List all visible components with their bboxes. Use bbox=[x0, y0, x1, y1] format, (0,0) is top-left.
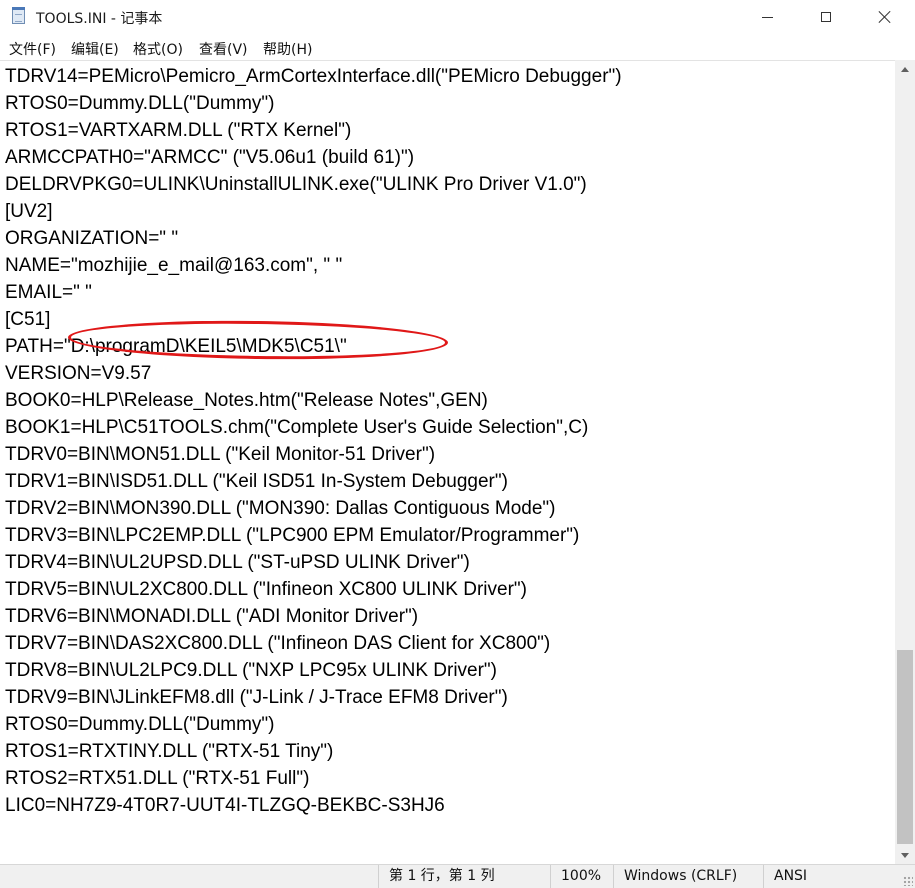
text-line[interactable]: VERSION=V9.57 bbox=[5, 360, 622, 387]
text-line[interactable]: NAME="mozhijie_e_mail@163.com", " " bbox=[5, 252, 622, 279]
text-line[interactable]: TDRV4=BIN\UL2UPSD.DLL ("ST-uPSD ULINK Dr… bbox=[5, 549, 622, 576]
close-icon bbox=[878, 10, 892, 24]
text-line[interactable]: [C51] bbox=[5, 306, 622, 333]
text-line[interactable]: TDRV14=PEMicro\Pemicro_ArmCortexInterfac… bbox=[5, 63, 622, 90]
text-line[interactable]: RTOS0=Dummy.DLL("Dummy") bbox=[5, 711, 622, 738]
window-title: TOOLS.INI - 记事本 bbox=[36, 11, 163, 27]
scroll-up-button[interactable] bbox=[895, 60, 915, 78]
minimize-icon bbox=[762, 16, 773, 18]
text-line[interactable]: BOOK1=HLP\C51TOOLS.chm("Complete User's … bbox=[5, 414, 622, 441]
menu-format[interactable]: 格式(O) bbox=[133, 39, 183, 59]
path-line[interactable]: PATH="D:\programD\KEIL5\MDK5\C51\" bbox=[5, 333, 622, 360]
scroll-thumb[interactable] bbox=[897, 650, 913, 844]
vertical-scrollbar[interactable] bbox=[895, 60, 915, 864]
text-line[interactable]: LIC0=NH7Z9-4T0R7-UUT4I-TLZGQ-BEKBC-S3HJ6 bbox=[5, 792, 622, 819]
status-bar: 第 1 行，第 1 列 100% Windows (CRLF) ANSI bbox=[0, 864, 915, 888]
text-lines: TDRV14=PEMicro\Pemicro_ArmCortexInterfac… bbox=[5, 63, 622, 819]
menu-bar: 文件(F) 编辑(E) 格式(O) 查看(V) 帮助(H) bbox=[0, 34, 915, 60]
menu-edit[interactable]: 编辑(E) bbox=[71, 39, 119, 59]
title-bar[interactable]: TOOLS.INI - 记事本 bbox=[0, 0, 915, 34]
close-button[interactable] bbox=[854, 0, 915, 34]
maximize-icon bbox=[820, 12, 831, 22]
text-line[interactable]: TDRV5=BIN\UL2XC800.DLL ("Infineon XC800 … bbox=[5, 576, 622, 603]
text-line[interactable]: EMAIL=" " bbox=[5, 279, 622, 306]
zoom-level: 100% bbox=[550, 865, 613, 888]
arrow-up-icon bbox=[901, 66, 909, 72]
scroll-down-button[interactable] bbox=[895, 846, 915, 864]
notepad-icon bbox=[12, 7, 25, 24]
resize-grip-icon[interactable] bbox=[903, 876, 913, 886]
text-line[interactable]: TDRV2=BIN\MON390.DLL ("MON390: Dallas Co… bbox=[5, 495, 622, 522]
text-line[interactable]: TDRV9=BIN\JLinkEFM8.dll ("J-Link / J-Tra… bbox=[5, 684, 622, 711]
text-line[interactable]: [UV2] bbox=[5, 198, 622, 225]
text-line[interactable]: TDRV0=BIN\MON51.DLL ("Keil Monitor-51 Dr… bbox=[5, 441, 622, 468]
cursor-position: 第 1 行，第 1 列 bbox=[378, 865, 550, 888]
text-line[interactable]: RTOS1=VARTXARM.DLL ("RTX Kernel") bbox=[5, 117, 622, 144]
maximize-button[interactable] bbox=[795, 0, 856, 34]
text-line[interactable]: TDRV8=BIN\UL2LPC9.DLL ("NXP LPC95x ULINK… bbox=[5, 657, 622, 684]
menu-view[interactable]: 查看(V) bbox=[199, 39, 248, 59]
text-line[interactable]: BOOK0=HLP\Release_Notes.htm("Release Not… bbox=[5, 387, 622, 414]
text-line[interactable]: TDRV1=BIN\ISD51.DLL ("Keil ISD51 In-Syst… bbox=[5, 468, 622, 495]
text-line[interactable]: ARMCCPATH0="ARMCC" ("V5.06u1 (build 61)"… bbox=[5, 144, 622, 171]
text-line[interactable]: TDRV7=BIN\DAS2XC800.DLL ("Infineon DAS C… bbox=[5, 630, 622, 657]
arrow-down-icon bbox=[901, 852, 909, 858]
encoding: ANSI bbox=[763, 865, 903, 888]
text-line[interactable]: TDRV3=BIN\LPC2EMP.DLL ("LPC900 EPM Emula… bbox=[5, 522, 622, 549]
text-line[interactable]: RTOS2=RTX51.DLL ("RTX-51 Full") bbox=[5, 765, 622, 792]
line-ending: Windows (CRLF) bbox=[613, 865, 763, 888]
menu-help[interactable]: 帮助(H) bbox=[263, 39, 312, 59]
text-line[interactable]: ORGANIZATION=" " bbox=[5, 225, 622, 252]
menu-file[interactable]: 文件(F) bbox=[9, 39, 56, 59]
text-line[interactable]: TDRV6=BIN\MONADI.DLL ("ADI Monitor Drive… bbox=[5, 603, 622, 630]
minimize-button[interactable] bbox=[737, 0, 798, 34]
text-editor[interactable]: TDRV14=PEMicro\Pemicro_ArmCortexInterfac… bbox=[0, 60, 895, 864]
text-line[interactable]: RTOS1=RTXTINY.DLL ("RTX-51 Tiny") bbox=[5, 738, 622, 765]
text-line[interactable]: RTOS0=Dummy.DLL("Dummy") bbox=[5, 90, 622, 117]
text-line[interactable]: DELDRVPKG0=ULINK\UninstallULINK.exe("ULI… bbox=[5, 171, 622, 198]
